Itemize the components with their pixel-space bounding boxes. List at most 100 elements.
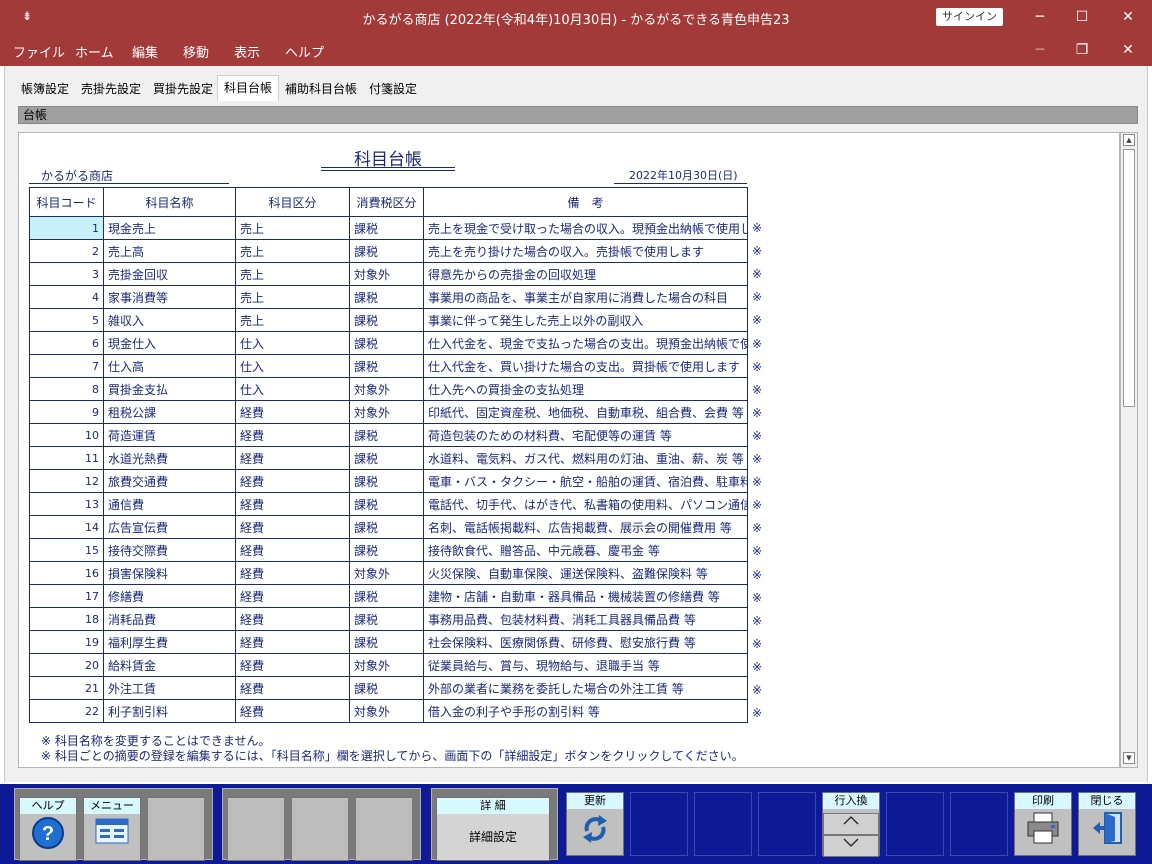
- cell-account-code[interactable]: 6: [29, 331, 104, 355]
- cell-account-name[interactable]: 租税公課: [103, 400, 236, 424]
- cell-account-name[interactable]: 福利厚生費: [103, 630, 236, 654]
- cell-account-category[interactable]: 経費: [235, 423, 350, 447]
- table-row[interactable]: 18 消耗品費 経費 課税 事務用品費、包装材料費、消耗工具器具備品費 等: [29, 607, 748, 631]
- cell-tax-category[interactable]: 課税: [349, 492, 424, 516]
- table-row[interactable]: 7 仕入高 仕入 課税 仕入代金を、買い掛けた場合の支出。買掛帳で使用します: [29, 354, 748, 378]
- tab-sticky-settings[interactable]: 付箋設定: [365, 78, 421, 100]
- tab-payable-settings[interactable]: 買掛先設定: [149, 78, 217, 100]
- cell-account-name[interactable]: 通信費: [103, 492, 236, 516]
- cell-account-code[interactable]: 18: [29, 607, 104, 631]
- cell-remarks[interactable]: 水道料、電気料、ガス代、燃料用の灯油、重油、薪、炭 等: [423, 446, 748, 470]
- cell-account-name[interactable]: 損害保険料: [103, 561, 236, 585]
- cell-remarks[interactable]: 売上を現金で受け取った場合の収入。現預金出納帳で使用します: [423, 216, 748, 240]
- table-row[interactable]: 17 修繕費 経費 課税 建物・店舗・自動車・器具備品・機械装置の修繕費 等: [29, 584, 748, 608]
- scroll-up-icon[interactable]: ▲: [1123, 134, 1135, 146]
- cell-account-name[interactable]: 水道光熱費: [103, 446, 236, 470]
- cell-tax-category[interactable]: 課税: [349, 423, 424, 447]
- cell-account-name[interactable]: 売上高: [103, 239, 236, 263]
- table-row[interactable]: 16 損害保険料 経費 対象外 火災保険、自動車保険、運送保険料、盗難保険料 等: [29, 561, 748, 585]
- cell-remarks[interactable]: 従業員給与、賞与、現物給与、退職手当 等: [423, 653, 748, 677]
- tab-sub-account-ledger[interactable]: 補助科目台帳: [281, 78, 361, 100]
- cell-account-code[interactable]: 14: [29, 515, 104, 539]
- cell-remarks[interactable]: 印紙代、固定資産税、地価税、自動車税、組合費、会費 等: [423, 400, 748, 424]
- cell-remarks[interactable]: 得意先からの売掛金の回収処理: [423, 262, 748, 286]
- menu-edit[interactable]: 編集: [132, 42, 158, 61]
- cell-account-code[interactable]: 22: [29, 699, 104, 723]
- cell-account-code[interactable]: 11: [29, 446, 104, 470]
- cell-remarks[interactable]: 社会保険料、医療関係費、研修費、慰安旅行費 等: [423, 630, 748, 654]
- cell-account-name[interactable]: 売掛金回収: [103, 262, 236, 286]
- cell-account-category[interactable]: 売上: [235, 216, 350, 240]
- table-row[interactable]: 12旅費交通費経費課税電車・バス・タクシー・航空・船舶の運賃、宿泊費、駐車料、通…: [29, 469, 748, 493]
- cell-account-code[interactable]: 10: [29, 423, 104, 447]
- cell-tax-category[interactable]: 対象外: [349, 400, 424, 424]
- close-window-button[interactable]: ✕: [1113, 5, 1143, 29]
- cell-account-code[interactable]: 2: [29, 239, 104, 263]
- cell-account-name[interactable]: 接待交際費: [103, 538, 236, 562]
- cell-account-code[interactable]: 12: [29, 469, 104, 493]
- cell-tax-category[interactable]: 課税: [349, 446, 424, 470]
- cell-account-name[interactable]: 外注工賃: [103, 676, 236, 700]
- cell-tax-category[interactable]: 対象外: [349, 561, 424, 585]
- cell-tax-category[interactable]: 課税: [349, 515, 424, 539]
- cell-tax-category[interactable]: 対象外: [349, 377, 424, 401]
- maximize-button[interactable]: ☐: [1067, 5, 1097, 29]
- table-row[interactable]: 2 売上高 売上 課税 売上を売り掛けた場合の収入。売掛帳で使用します: [29, 239, 748, 263]
- cell-account-name[interactable]: 雑収入: [103, 308, 236, 332]
- table-row[interactable]: 3 売掛金回収 売上 対象外 得意先からの売掛金の回収処理: [29, 262, 748, 286]
- minimize-button[interactable]: ─: [1025, 5, 1055, 29]
- cell-account-category[interactable]: 経費: [235, 630, 350, 654]
- cell-account-category[interactable]: 仕入: [235, 377, 350, 401]
- cell-account-name[interactable]: 買掛金支払: [103, 377, 236, 401]
- cell-account-category[interactable]: 仕入: [235, 331, 350, 355]
- cell-account-category[interactable]: 売上: [235, 308, 350, 332]
- cell-remarks[interactable]: 電話代、切手代、はがき代、私書箱の使用料、パソコン通信費 等: [423, 492, 748, 516]
- menu-file[interactable]: ファイル: [13, 42, 65, 61]
- cell-tax-category[interactable]: 課税: [349, 538, 424, 562]
- cell-account-code[interactable]: 7: [29, 354, 104, 378]
- cell-account-category[interactable]: 経費: [235, 446, 350, 470]
- table-row[interactable]: 4 家事消費等 売上 課税 事業用の商品を、事業主が自家用に消費した場合の科目: [29, 285, 748, 309]
- cell-tax-category[interactable]: 課税: [349, 630, 424, 654]
- menu-help[interactable]: ヘルプ: [285, 42, 324, 61]
- tab-receivable-settings[interactable]: 売掛先設定: [77, 78, 145, 100]
- signin-button[interactable]: サインイン: [936, 8, 1003, 26]
- doc-close-button[interactable]: ✕: [1113, 38, 1143, 62]
- doc-restore-button[interactable]: ❐: [1067, 38, 1097, 62]
- cell-account-category[interactable]: 売上: [235, 239, 350, 263]
- cell-account-code[interactable]: 13: [29, 492, 104, 516]
- detail-settings-button[interactable]: 詳 細 詳細設定: [436, 797, 550, 861]
- cell-account-category[interactable]: 経費: [235, 676, 350, 700]
- cell-account-name[interactable]: 家事消費等: [103, 285, 236, 309]
- cell-account-code[interactable]: 5: [29, 308, 104, 332]
- doc-minimize-button[interactable]: ─: [1025, 38, 1055, 62]
- cell-tax-category[interactable]: 課税: [349, 308, 424, 332]
- table-row[interactable]: 13 通信費 経費 課税 電話代、切手代、はがき代、私書箱の使用料、パソコン通信費 等: [29, 492, 748, 516]
- cell-remarks[interactable]: 荷造包装のための材料費、宅配便等の運賃 等: [423, 423, 748, 447]
- cell-account-category[interactable]: 売上: [235, 262, 350, 286]
- cell-account-code[interactable]: 8: [29, 377, 104, 401]
- cell-account-name[interactable]: 荷造運賃: [103, 423, 236, 447]
- menu-home[interactable]: ホーム: [75, 42, 114, 61]
- row-up-button[interactable]: [823, 813, 879, 835]
- cell-account-category[interactable]: 経費: [235, 400, 350, 424]
- cell-account-code[interactable]: 4: [29, 285, 104, 309]
- table-row[interactable]: 19 福利厚生費 経費 課税 社会保険料、医療関係費、研修費、慰安旅行費 等: [29, 630, 748, 654]
- table-row[interactable]: 21 外注工賃 経費 課税 外部の業者に業務を委託した場合の外注工賃 等: [29, 676, 748, 700]
- cell-remarks[interactable]: 電車・バス・タクシー・航空・船舶の運賃、宿泊費、駐車料、通行料 等: [423, 469, 748, 493]
- cell-tax-category[interactable]: 課税: [349, 285, 424, 309]
- cell-account-name[interactable]: 仕入高: [103, 354, 236, 378]
- menu-move[interactable]: 移動: [183, 42, 209, 61]
- cell-account-category[interactable]: 経費: [235, 653, 350, 677]
- cell-tax-category[interactable]: 対象外: [349, 653, 424, 677]
- cell-remarks[interactable]: 仕入代金を、現金で支払った場合の支出。現預金出納帳で使用します: [423, 331, 748, 355]
- cell-remarks[interactable]: 外部の業者に業務を委託した場合の外注工賃 等: [423, 676, 748, 700]
- cell-tax-category[interactable]: 課税: [349, 216, 424, 240]
- cell-tax-category[interactable]: 対象外: [349, 262, 424, 286]
- cell-account-category[interactable]: 売上: [235, 285, 350, 309]
- table-row[interactable]: 22 利子割引料 経費 対象外 借入金の利子や手形の割引料 等: [29, 699, 748, 723]
- table-row[interactable]: 6現金仕入仕入課税仕入代金を、現金で支払った場合の支出。現預金出納帳で使用します: [29, 331, 748, 355]
- cell-account-name[interactable]: 広告宣伝費: [103, 515, 236, 539]
- table-row[interactable]: 8 買掛金支払 仕入 対象外 仕入先への買掛金の支払処理: [29, 377, 748, 401]
- tab-account-ledger[interactable]: 科目台帳: [217, 75, 279, 101]
